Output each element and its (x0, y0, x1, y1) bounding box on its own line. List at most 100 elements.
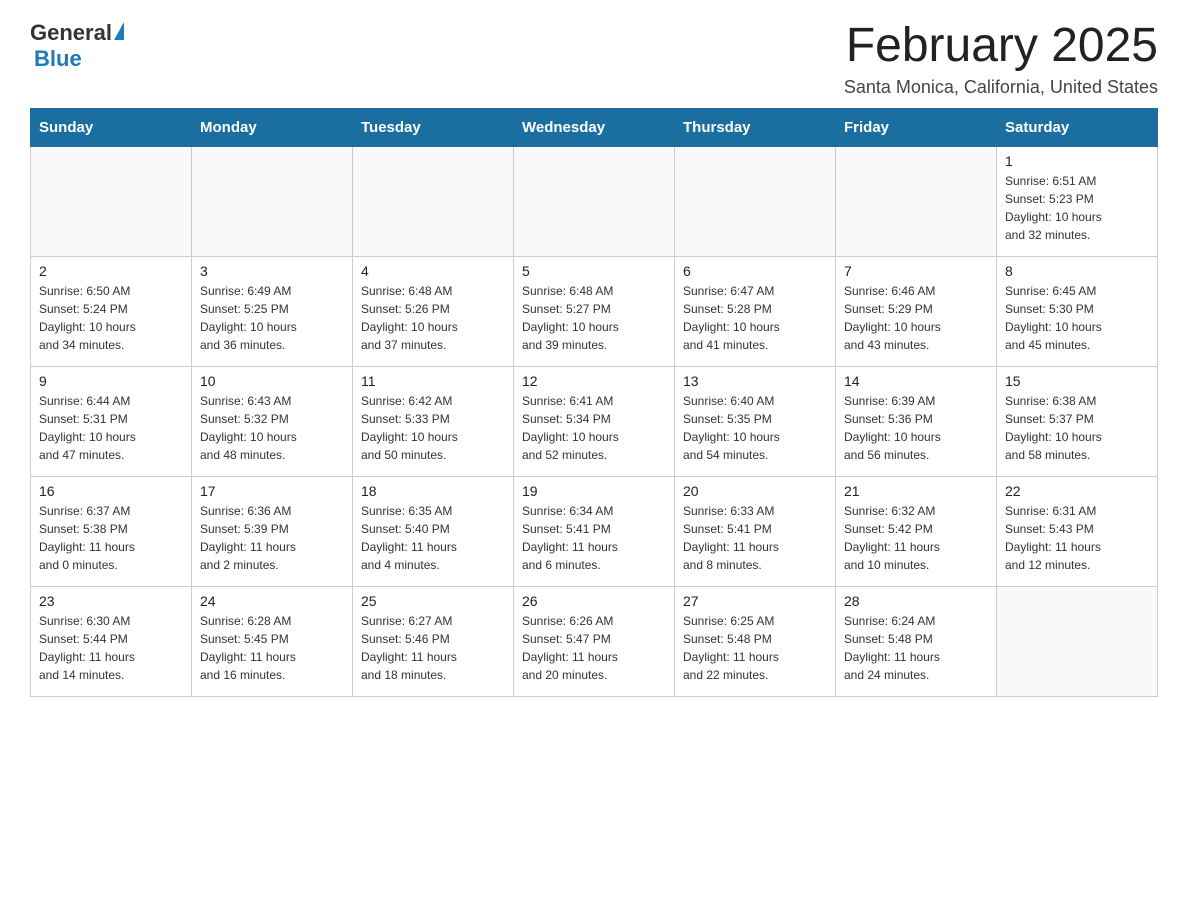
day-info: Sunrise: 6:41 AM Sunset: 5:34 PM Dayligh… (522, 392, 666, 464)
calendar-cell: 19 Sunrise: 6:34 AM Sunset: 5:41 PM Dayli… (514, 476, 675, 586)
day-number: 28 (844, 593, 988, 609)
day-number: 24 (200, 593, 344, 609)
day-info: Sunrise: 6:30 AM Sunset: 5:44 PM Dayligh… (39, 612, 183, 684)
day-info: Sunrise: 6:31 AM Sunset: 5:43 PM Dayligh… (1005, 502, 1149, 574)
calendar-cell: 23 Sunrise: 6:30 AM Sunset: 5:44 PM Dayli… (31, 586, 192, 696)
calendar-cell: 7Sunrise: 6:46 AM Sunset: 5:29 PM Daylig… (836, 256, 997, 366)
calendar-cell: 22 Sunrise: 6:31 AM Sunset: 5:43 PM Dayli… (997, 476, 1158, 586)
header-cell-sunday: Sunday (31, 108, 192, 146)
calendar-cell: 3 Sunrise: 6:49 AM Sunset: 5:25 PM Daylig… (192, 256, 353, 366)
day-number: 27 (683, 593, 827, 609)
calendar-cell: 10 Sunrise: 6:43 AM Sunset: 5:32 PM Dayli… (192, 366, 353, 476)
calendar-cell: 25 Sunrise: 6:27 AM Sunset: 5:46 PM Dayli… (353, 586, 514, 696)
calendar-cell: 28 Sunrise: 6:24 AM Sunset: 5:48 PM Dayli… (836, 586, 997, 696)
calendar-cell: 2Sunrise: 6:50 AM Sunset: 5:24 PM Daylig… (31, 256, 192, 366)
calendar-cell (675, 146, 836, 256)
calendar-week-2: 2Sunrise: 6:50 AM Sunset: 5:24 PM Daylig… (31, 256, 1158, 366)
header-cell-friday: Friday (836, 108, 997, 146)
calendar-cell (514, 146, 675, 256)
day-number: 12 (522, 373, 666, 389)
day-number: 10 (200, 373, 344, 389)
day-number: 1 (1005, 153, 1149, 169)
calendar-cell: 13Sunrise: 6:40 AM Sunset: 5:35 PM Dayli… (675, 366, 836, 476)
calendar-cell: 5 Sunrise: 6:48 AM Sunset: 5:27 PM Daylig… (514, 256, 675, 366)
calendar-cell (353, 146, 514, 256)
day-number: 23 (39, 593, 183, 609)
logo-general-text: General (30, 20, 112, 46)
header-cell-thursday: Thursday (675, 108, 836, 146)
calendar-cell: 21Sunrise: 6:32 AM Sunset: 5:42 PM Dayli… (836, 476, 997, 586)
day-number: 14 (844, 373, 988, 389)
title-block: February 2025 Santa Monica, California, … (844, 20, 1158, 98)
logo: General Blue (30, 20, 124, 72)
day-info: Sunrise: 6:27 AM Sunset: 5:46 PM Dayligh… (361, 612, 505, 684)
day-number: 26 (522, 593, 666, 609)
calendar-header: SundayMondayTuesdayWednesdayThursdayFrid… (31, 108, 1158, 146)
day-info: Sunrise: 6:45 AM Sunset: 5:30 PM Dayligh… (1005, 282, 1149, 354)
day-number: 4 (361, 263, 505, 279)
day-number: 25 (361, 593, 505, 609)
day-number: 22 (1005, 483, 1149, 499)
calendar-cell (836, 146, 997, 256)
calendar-cell: 16 Sunrise: 6:37 AM Sunset: 5:38 PM Dayli… (31, 476, 192, 586)
calendar-body: 1 Sunrise: 6:51 AM Sunset: 5:23 PM Daylig… (31, 146, 1158, 696)
day-info: Sunrise: 6:47 AM Sunset: 5:28 PM Dayligh… (683, 282, 827, 354)
month-title: February 2025 (844, 20, 1158, 73)
calendar-week-5: 23 Sunrise: 6:30 AM Sunset: 5:44 PM Dayli… (31, 586, 1158, 696)
day-info: Sunrise: 6:24 AM Sunset: 5:48 PM Dayligh… (844, 612, 988, 684)
calendar-cell: 15Sunrise: 6:38 AM Sunset: 5:37 PM Dayli… (997, 366, 1158, 476)
day-number: 5 (522, 263, 666, 279)
calendar-cell: 26 Sunrise: 6:26 AM Sunset: 5:47 PM Dayli… (514, 586, 675, 696)
header-cell-wednesday: Wednesday (514, 108, 675, 146)
day-number: 13 (683, 373, 827, 389)
day-info: Sunrise: 6:42 AM Sunset: 5:33 PM Dayligh… (361, 392, 505, 464)
day-number: 11 (361, 373, 505, 389)
header-cell-tuesday: Tuesday (353, 108, 514, 146)
calendar-cell: 4Sunrise: 6:48 AM Sunset: 5:26 PM Daylig… (353, 256, 514, 366)
day-number: 3 (200, 263, 344, 279)
day-number: 18 (361, 483, 505, 499)
calendar-cell (192, 146, 353, 256)
day-info: Sunrise: 6:37 AM Sunset: 5:38 PM Dayligh… (39, 502, 183, 574)
day-info: Sunrise: 6:43 AM Sunset: 5:32 PM Dayligh… (200, 392, 344, 464)
day-number: 15 (1005, 373, 1149, 389)
calendar-cell: 24 Sunrise: 6:28 AM Sunset: 5:45 PM Dayli… (192, 586, 353, 696)
day-number: 17 (200, 483, 344, 499)
day-number: 20 (683, 483, 827, 499)
calendar-cell (997, 586, 1158, 696)
calendar-cell: 8Sunrise: 6:45 AM Sunset: 5:30 PM Daylig… (997, 256, 1158, 366)
day-info: Sunrise: 6:36 AM Sunset: 5:39 PM Dayligh… (200, 502, 344, 574)
header-row: SundayMondayTuesdayWednesdayThursdayFrid… (31, 108, 1158, 146)
day-info: Sunrise: 6:51 AM Sunset: 5:23 PM Dayligh… (1005, 172, 1149, 244)
page-header: General Blue February 2025 Santa Monica,… (30, 20, 1158, 98)
day-number: 16 (39, 483, 183, 499)
day-info: Sunrise: 6:33 AM Sunset: 5:41 PM Dayligh… (683, 502, 827, 574)
calendar-cell: 18 Sunrise: 6:35 AM Sunset: 5:40 PM Dayli… (353, 476, 514, 586)
day-info: Sunrise: 6:26 AM Sunset: 5:47 PM Dayligh… (522, 612, 666, 684)
header-cell-monday: Monday (192, 108, 353, 146)
day-info: Sunrise: 6:25 AM Sunset: 5:48 PM Dayligh… (683, 612, 827, 684)
calendar-cell: 12 Sunrise: 6:41 AM Sunset: 5:34 PM Dayli… (514, 366, 675, 476)
calendar-table: SundayMondayTuesdayWednesdayThursdayFrid… (30, 108, 1158, 697)
logo-blue-text: Blue (34, 46, 82, 72)
logo-triangle-icon (114, 22, 124, 40)
location-title: Santa Monica, California, United States (844, 77, 1158, 98)
day-info: Sunrise: 6:28 AM Sunset: 5:45 PM Dayligh… (200, 612, 344, 684)
day-info: Sunrise: 6:35 AM Sunset: 5:40 PM Dayligh… (361, 502, 505, 574)
calendar-cell: 20 Sunrise: 6:33 AM Sunset: 5:41 PM Dayli… (675, 476, 836, 586)
day-info: Sunrise: 6:44 AM Sunset: 5:31 PM Dayligh… (39, 392, 183, 464)
calendar-cell: 17 Sunrise: 6:36 AM Sunset: 5:39 PM Dayli… (192, 476, 353, 586)
day-info: Sunrise: 6:49 AM Sunset: 5:25 PM Dayligh… (200, 282, 344, 354)
day-info: Sunrise: 6:32 AM Sunset: 5:42 PM Dayligh… (844, 502, 988, 574)
day-info: Sunrise: 6:34 AM Sunset: 5:41 PM Dayligh… (522, 502, 666, 574)
day-number: 9 (39, 373, 183, 389)
day-number: 7 (844, 263, 988, 279)
day-number: 19 (522, 483, 666, 499)
calendar-cell (31, 146, 192, 256)
calendar-cell: 1 Sunrise: 6:51 AM Sunset: 5:23 PM Daylig… (997, 146, 1158, 256)
calendar-week-1: 1 Sunrise: 6:51 AM Sunset: 5:23 PM Daylig… (31, 146, 1158, 256)
calendar-cell: 14Sunrise: 6:39 AM Sunset: 5:36 PM Dayli… (836, 366, 997, 476)
calendar-cell: 6Sunrise: 6:47 AM Sunset: 5:28 PM Daylig… (675, 256, 836, 366)
day-info: Sunrise: 6:48 AM Sunset: 5:27 PM Dayligh… (522, 282, 666, 354)
day-number: 2 (39, 263, 183, 279)
